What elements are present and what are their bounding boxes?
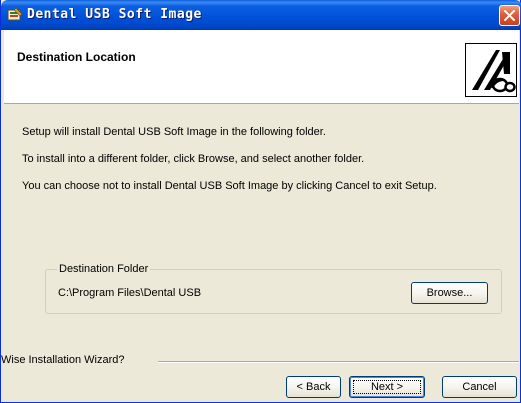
cancel-button[interactable]: Cancel <box>442 376 517 398</box>
destination-path: C:\Program Files\Dental USB <box>58 287 202 299</box>
browse-button-label: Browse... <box>426 287 473 299</box>
destination-folder-label: Destination Folder <box>57 263 151 275</box>
back-button-label: < Back <box>296 381 331 393</box>
info-line-1: Setup will install Dental USB Soft Image… <box>22 126 326 138</box>
dental-logo-icon <box>465 43 517 97</box>
info-line-2: To install into a different folder, clic… <box>22 153 365 165</box>
close-button[interactable] <box>499 5 520 26</box>
next-button-label: Next > <box>370 381 404 393</box>
next-button[interactable]: Next > <box>349 376 425 398</box>
page-title: Destination Location <box>17 50 136 64</box>
cancel-button-label: Cancel <box>462 381 497 393</box>
info-line-3: You can choose not to install Dental USB… <box>22 180 437 192</box>
installer-icon <box>7 7 23 23</box>
window-title: Dental USB Soft Image <box>27 7 202 22</box>
wizard-branding-label: Wise Installation Wizard? <box>1 354 125 366</box>
footer-divider <box>158 361 519 363</box>
title-bar[interactable]: Dental USB Soft Image <box>1 0 521 30</box>
browse-button[interactable]: Browse... <box>411 282 488 304</box>
header-panel: Destination Location <box>4 30 519 104</box>
back-button[interactable]: < Back <box>286 376 341 398</box>
installer-window: Dental USB Soft Image Destination Locati… <box>0 0 521 403</box>
close-icon <box>504 10 515 21</box>
